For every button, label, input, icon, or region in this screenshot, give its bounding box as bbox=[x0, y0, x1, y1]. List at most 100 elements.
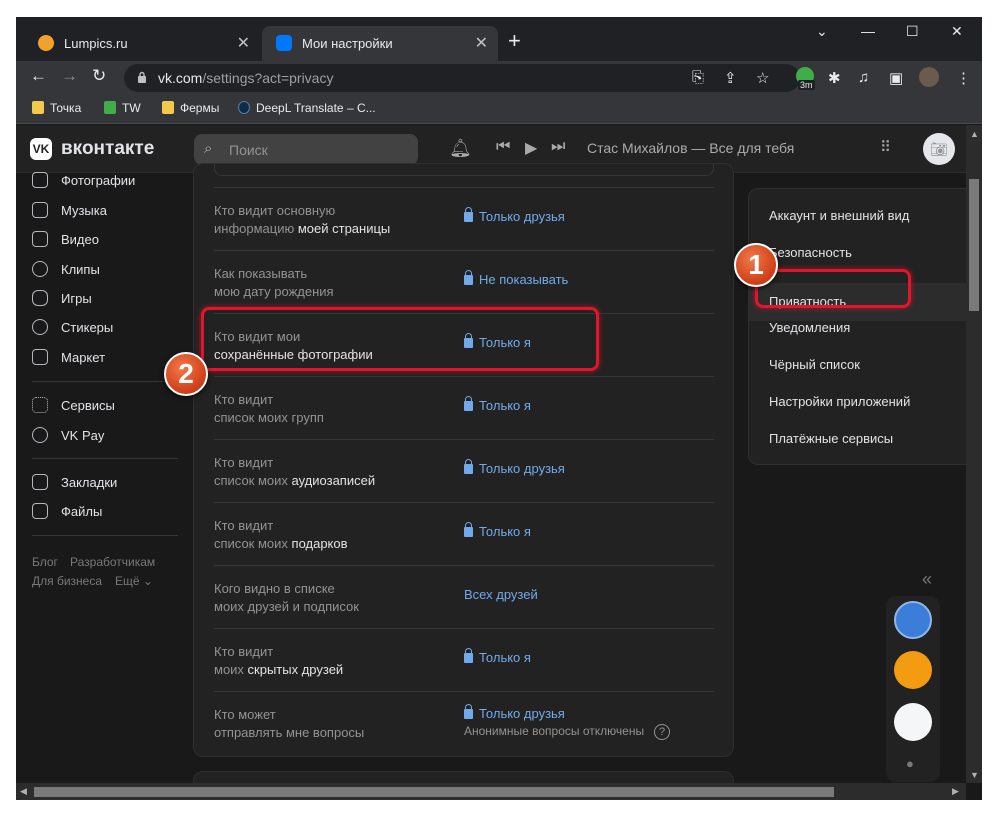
bell-icon[interactable]: 🔔︎ bbox=[449, 138, 472, 159]
reload-icon[interactable]: ↻ bbox=[92, 66, 106, 86]
settings-menu-notifications[interactable]: Уведомления bbox=[769, 320, 850, 335]
browser-toolbar: ← → ↻ vk.com/settings?act=privacy ⎘ ⇪ ☆ … bbox=[16, 61, 982, 95]
footer-link-business[interactable]: Для бизнеса bbox=[32, 574, 102, 588]
chevron-down-icon[interactable]: ⌄ bbox=[816, 23, 828, 40]
privacy-value-link[interactable]: Всех друзей bbox=[464, 587, 538, 602]
privacy-value-link[interactable]: Только я bbox=[464, 522, 531, 539]
horizontal-scrollbar[interactable]: ◀ ▶ bbox=[16, 783, 966, 800]
settings-menu-blacklist[interactable]: Чёрный список bbox=[769, 357, 860, 372]
privacy-row[interactable]: Кого видно в списке моих друзей и подписо… bbox=[214, 565, 714, 628]
settings-menu-apps[interactable]: Настройки приложений bbox=[769, 394, 910, 409]
folder-icon bbox=[32, 101, 44, 114]
vk-logo-text[interactable]: вконтакте bbox=[61, 138, 154, 160]
lock-icon bbox=[464, 704, 473, 719]
privacy-row[interactable]: Кто видит список моих аудиозаписей Только… bbox=[214, 439, 714, 502]
menu-icon[interactable]: ⋮ bbox=[956, 69, 971, 87]
search-input[interactable]: ⌕ Поиск bbox=[194, 134, 418, 165]
puzzle-icon[interactable]: ✱ bbox=[828, 69, 841, 87]
new-tab-icon[interactable]: + bbox=[508, 28, 521, 54]
settings-menu-payments[interactable]: Платёжные сервисы bbox=[769, 431, 893, 446]
scroll-up-icon[interactable]: ▲ bbox=[970, 129, 979, 139]
chat-icon[interactable]: ● bbox=[906, 756, 914, 771]
footer-link-developers[interactable]: Разработчикам bbox=[70, 555, 155, 569]
privacy-value-link[interactable]: Только друзья bbox=[464, 207, 565, 224]
scrollbar-thumb[interactable] bbox=[34, 787, 834, 797]
privacy-value-link[interactable]: Только я bbox=[464, 396, 531, 413]
question-line2: информацию bbox=[214, 221, 298, 236]
bookmark-tochka[interactable]: Точка bbox=[32, 101, 81, 115]
close-icon[interactable]: ✕ bbox=[475, 33, 488, 53]
panel-top-block bbox=[214, 164, 714, 176]
back-icon[interactable]: ← bbox=[30, 66, 47, 86]
scroll-down-icon[interactable]: ▼ bbox=[970, 770, 979, 780]
app-widget-icon[interactable] bbox=[894, 703, 932, 741]
collapse-icon[interactable]: « bbox=[922, 569, 932, 590]
scroll-left-icon[interactable]: ◀ bbox=[20, 786, 27, 797]
question-line2: моих друзей и подписок bbox=[214, 599, 359, 614]
app-widget-icon[interactable] bbox=[894, 651, 932, 689]
bookmark-label: TW bbox=[122, 101, 141, 115]
address-bar[interactable]: vk.com/settings?act=privacy ⎘ ⇪ ☆ bbox=[124, 64, 800, 92]
market-icon bbox=[32, 349, 48, 365]
settings-menu-account[interactable]: Аккаунт и внешний вид bbox=[769, 208, 909, 223]
close-icon[interactable]: ✕ bbox=[237, 33, 250, 53]
apps-grid-icon[interactable]: ⠿ bbox=[880, 138, 891, 156]
question-line1: Кто может bbox=[214, 707, 276, 722]
sidepanel-icon[interactable]: ▣ bbox=[889, 69, 903, 87]
site-info-icon[interactable] bbox=[137, 71, 147, 83]
sidebar-divider bbox=[32, 381, 178, 382]
privacy-row[interactable]: Кто видит моих скрытых друзей Только я bbox=[214, 628, 714, 691]
bookmarks-bar: Точка TW Фермы DeepL Translate – C... bbox=[16, 95, 982, 124]
privacy-value: Не показывать bbox=[479, 272, 569, 287]
privacy-row[interactable]: Кто видит список моих подарков Только я bbox=[214, 502, 714, 565]
profile-avatar[interactable] bbox=[919, 67, 939, 87]
close-window-icon[interactable]: ✕ bbox=[951, 23, 963, 40]
maximize-icon[interactable]: ☐ bbox=[906, 23, 919, 40]
privacy-row[interactable]: Как показывать мою дату рождения Не показ… bbox=[214, 250, 714, 313]
deepl-icon bbox=[238, 101, 250, 114]
help-icon[interactable]: ? bbox=[654, 724, 671, 740]
vk-logo-icon[interactable]: VK bbox=[30, 138, 52, 160]
step-badge-1: 1 bbox=[734, 243, 778, 287]
translate-icon[interactable]: ⎘ bbox=[692, 69, 704, 86]
question-line1: Кто видит bbox=[214, 644, 274, 659]
privacy-value-link[interactable]: Не показывать bbox=[464, 270, 569, 287]
previous-track-icon[interactable]: ⏮︎ bbox=[496, 138, 510, 156]
lock-icon bbox=[464, 522, 473, 537]
minimize-icon[interactable]: — bbox=[861, 23, 875, 39]
bookmark-deepl[interactable]: DeepL Translate – C... bbox=[238, 101, 376, 115]
app-widget-icon[interactable] bbox=[894, 601, 932, 639]
scrollbar-thumb[interactable] bbox=[969, 179, 979, 311]
music-icon bbox=[32, 202, 48, 218]
privacy-row[interactable]: Кто видит основную информацию моей страни… bbox=[214, 187, 714, 250]
sidebar-item-label: VK Pay bbox=[61, 428, 105, 443]
tw-icon bbox=[104, 101, 116, 114]
share-icon[interactable]: ⇪ bbox=[724, 69, 737, 87]
forward-icon[interactable]: → bbox=[61, 66, 78, 86]
photos-icon bbox=[32, 172, 48, 188]
bookmark-tw[interactable]: TW bbox=[104, 101, 141, 115]
next-track-icon[interactable]: ⏭︎ bbox=[551, 138, 565, 156]
footer-link-more[interactable]: Ещё ⌄ bbox=[115, 574, 153, 588]
tab-lumpics[interactable]: Lumpics.ru ✕ bbox=[24, 26, 260, 61]
now-playing[interactable]: Стас Михайлов — Все для тебя bbox=[587, 140, 794, 156]
settings-menu-security[interactable]: Безопасность bbox=[769, 245, 852, 260]
privacy-row[interactable]: Кто может отправлять мне вопросы Только д… bbox=[214, 691, 714, 754]
bookmark-fermy[interactable]: Фермы bbox=[162, 101, 219, 115]
privacy-value-link[interactable]: Только друзья bbox=[464, 704, 565, 721]
privacy-value: Только друзья bbox=[479, 209, 565, 224]
avatar[interactable]: 📷︎ bbox=[923, 133, 955, 165]
footer-link-blog[interactable]: Блог bbox=[32, 555, 58, 569]
privacy-question: Кто видит список моих подарков bbox=[214, 517, 348, 553]
media-icon[interactable]: ♫ bbox=[858, 69, 869, 86]
tab-settings[interactable]: Мои настройки ✕ bbox=[262, 26, 498, 61]
lock-icon bbox=[464, 270, 473, 285]
scroll-right-icon[interactable]: ▶ bbox=[952, 786, 959, 797]
privacy-value: Только я bbox=[479, 398, 531, 413]
play-icon[interactable]: ▶ bbox=[525, 138, 537, 158]
privacy-value-link[interactable]: Только я bbox=[464, 648, 531, 665]
vertical-scrollbar[interactable]: ▲ ▼ bbox=[966, 125, 982, 783]
privacy-row[interactable]: Кто видит список моих групп Только я bbox=[214, 376, 714, 439]
star-icon[interactable]: ☆ bbox=[756, 69, 769, 87]
privacy-value-link[interactable]: Только друзья bbox=[464, 459, 565, 476]
